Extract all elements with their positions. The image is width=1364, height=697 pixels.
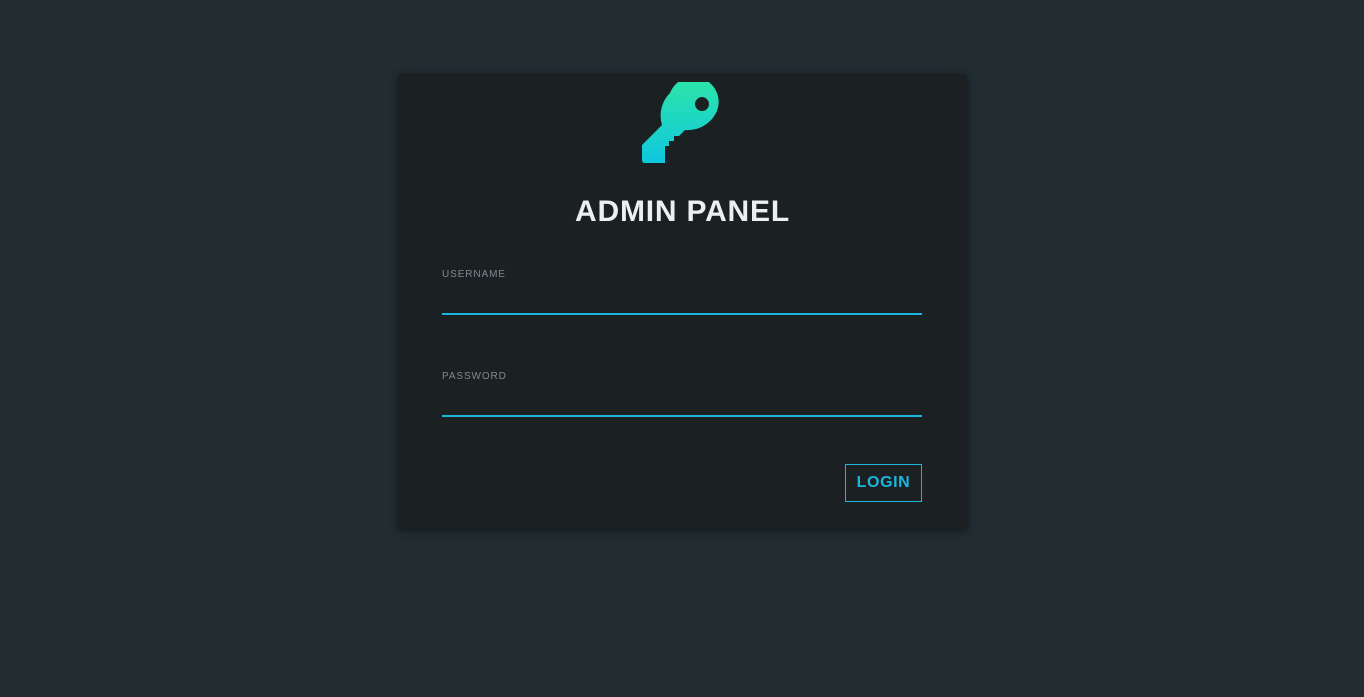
username-input[interactable] [442, 285, 922, 315]
key-icon [641, 82, 725, 166]
login-button[interactable]: LOGIN [845, 464, 922, 502]
password-label: PASSWORD [442, 371, 507, 382]
username-label: USERNAME [442, 269, 506, 280]
page-title: ADMIN PANEL [575, 195, 790, 228]
login-card: ADMIN PANEL USERNAME PASSWORD LOGIN [398, 74, 967, 529]
password-input[interactable] [442, 387, 922, 417]
